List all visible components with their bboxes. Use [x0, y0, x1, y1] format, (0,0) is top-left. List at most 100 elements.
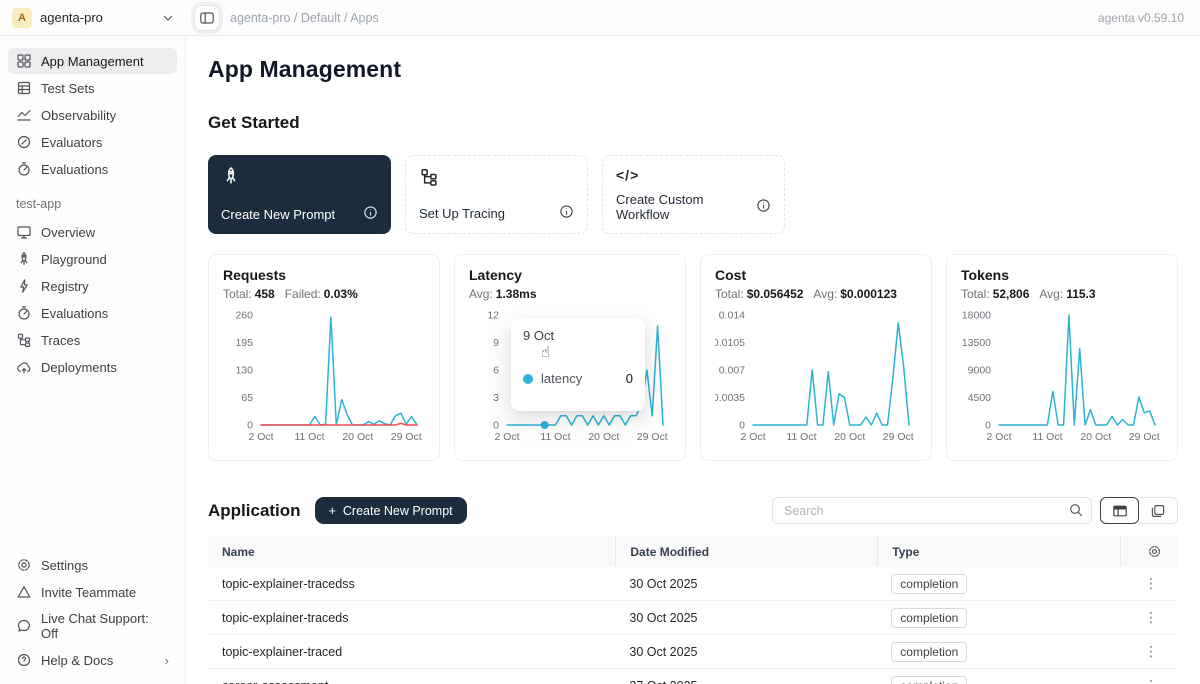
svg-text:65: 65 — [241, 392, 253, 404]
chart-title: Cost — [715, 267, 917, 283]
get-started-cards: Create New Prompt Set Up Tracing </> Cre… — [208, 155, 1178, 234]
svg-text:13500: 13500 — [962, 337, 991, 349]
search-icon — [1068, 502, 1084, 518]
table-row[interactable]: topic-explainer-traceds 30 Oct 2025 comp… — [208, 601, 1178, 635]
sidebar-item-label: Invite Teammate — [41, 585, 136, 600]
sidebar-item-test-sets[interactable]: Test Sets — [8, 75, 177, 101]
table-row[interactable]: topic-explainer-tracedss 30 Oct 2025 com… — [208, 567, 1178, 601]
tokens-chart-card: Tokens Total:52,806 Avg:115.3 0450090001… — [946, 254, 1178, 461]
chart-stats: Total:$0.056452 Avg:$0.000123 — [715, 287, 917, 301]
sidebar-item-evaluations[interactable]: Evaluations — [8, 156, 177, 182]
svg-text:20 Oct: 20 Oct — [1080, 431, 1111, 443]
set-up-tracing-card[interactable]: Set Up Tracing — [405, 155, 588, 234]
table-view-button[interactable] — [1100, 497, 1139, 524]
triangle-icon — [16, 584, 32, 600]
sidebar-item-app-evaluations[interactable]: Evaluations — [8, 300, 177, 326]
app-name: career-assessment — [208, 679, 615, 684]
table-row[interactable]: topic-explainer-traced 30 Oct 2025 compl… — [208, 635, 1178, 669]
chart-title: Tokens — [961, 267, 1163, 283]
cost-chart-card: Cost Total:$0.056452 Avg:$0.000123 0 0.00… — [700, 254, 932, 461]
sidebar-app-section-label: test-app — [16, 197, 169, 211]
sidebar-item-evaluators[interactable]: Evaluators — [8, 129, 177, 155]
svg-text:29 Oct: 29 Oct — [883, 431, 914, 443]
sidebar-item-deployments[interactable]: Deployments — [8, 354, 177, 380]
tree-icon — [419, 167, 574, 192]
tooltip-value: 0 — [626, 371, 633, 386]
create-new-prompt-button[interactable]: + Create New Prompt — [315, 497, 467, 524]
sidebar-item-label: Test Sets — [41, 81, 94, 96]
svg-text:0.0035: 0.0035 — [715, 392, 745, 404]
workspace-switcher[interactable]: A agenta-pro — [0, 8, 186, 28]
cost-chart[interactable]: 00.00350.0070.01050.0142 Oct11 Oct20 Oct… — [715, 307, 917, 450]
info-icon[interactable] — [559, 204, 574, 222]
create-new-prompt-card[interactable]: Create New Prompt — [208, 155, 391, 234]
sidebar-item-label: Traces — [41, 333, 80, 348]
chart-stats: Total:52,806 Avg:115.3 — [961, 287, 1163, 301]
sidebar-item-settings[interactable]: Settings — [8, 552, 177, 578]
tree-icon — [16, 332, 32, 348]
card-label: Set Up Tracing — [419, 206, 505, 221]
sidebar-item-overview[interactable]: Overview — [8, 219, 177, 245]
sidebar-item-registry[interactable]: Registry — [8, 273, 177, 299]
tooltip-date: 9 Oct — [523, 328, 633, 343]
cloud-icon — [16, 359, 32, 375]
row-menu-button[interactable]: ⋮ — [1140, 575, 1162, 592]
column-settings[interactable] — [1120, 536, 1178, 567]
rocket-icon — [16, 251, 32, 267]
sidebar-item-live-chat[interactable]: Live Chat Support: Off — [8, 606, 177, 646]
search-input[interactable] — [772, 497, 1092, 524]
svg-text:9000: 9000 — [968, 365, 992, 377]
line-chart-icon — [16, 107, 32, 123]
requests-chart[interactable]: 0651301952602 Oct11 Oct20 Oct29 Oct — [223, 307, 425, 450]
rocket-icon — [221, 166, 378, 191]
sidebar-item-label: Registry — [41, 279, 89, 294]
sidebar-item-help-docs[interactable]: Help & Docs › — [8, 647, 177, 673]
svg-text:12: 12 — [487, 310, 499, 322]
sidebar-item-traces[interactable]: Traces — [8, 327, 177, 353]
svg-text:11 Oct: 11 Oct — [1032, 431, 1062, 443]
plus-icon: + — [329, 504, 336, 518]
gear-icon — [16, 557, 32, 573]
table-row[interactable]: career-assessment 27 Oct 2025 completion… — [208, 669, 1178, 684]
create-custom-workflow-card[interactable]: </> Create Custom Workflow — [602, 155, 785, 234]
svg-text:0: 0 — [493, 420, 499, 432]
row-menu-button[interactable]: ⋮ — [1140, 643, 1162, 660]
sidebar-item-label: Observability — [41, 108, 116, 123]
sidebar-item-playground[interactable]: Playground — [8, 246, 177, 272]
speedometer-icon — [16, 305, 32, 321]
svg-text:20 Oct: 20 Oct — [834, 431, 865, 443]
app-name: topic-explainer-traced — [208, 645, 615, 659]
breadcrumb[interactable]: agenta-pro / Default / Apps — [230, 11, 379, 25]
sidebar-item-label: Playground — [41, 252, 107, 267]
sidebar-item-label: App Management — [41, 54, 144, 69]
top-bar: A agenta-pro agenta-pro / Default / Apps… — [0, 0, 1200, 36]
app-date: 27 Oct 2025 — [615, 679, 877, 684]
workspace-avatar: A — [12, 8, 32, 28]
svg-text:0.0105: 0.0105 — [715, 337, 745, 349]
svg-text:20 Oct: 20 Oct — [588, 431, 619, 443]
svg-text:0: 0 — [739, 420, 745, 432]
sidebar-collapse-button[interactable] — [194, 5, 220, 31]
column-header-name: Name — [208, 545, 615, 559]
sidebar-item-invite-teammate[interactable]: Invite Teammate — [8, 579, 177, 605]
app-name: topic-explainer-tracedss — [208, 577, 615, 591]
chevron-down-icon — [162, 12, 174, 24]
info-icon[interactable] — [756, 198, 771, 216]
get-started-heading: Get Started — [208, 113, 1178, 133]
grid-icon — [16, 53, 32, 69]
sidebar-item-observability[interactable]: Observability — [8, 102, 177, 128]
sidebar-item-label: Settings — [41, 558, 88, 573]
latency-chart-card: Latency Avg:1.38ms 0369122 Oct11 Oct20 O… — [454, 254, 686, 461]
row-menu-button[interactable]: ⋮ — [1140, 609, 1162, 626]
type-badge: completion — [891, 608, 967, 628]
main-content: App Management Get Started Create New Pr… — [186, 36, 1200, 684]
type-badge: completion — [891, 676, 967, 684]
card-view-button[interactable] — [1139, 497, 1178, 524]
svg-text:20 Oct: 20 Oct — [342, 431, 373, 443]
legend-dot — [523, 374, 533, 384]
tooltip-series: latency — [541, 371, 582, 386]
tokens-chart[interactable]: 04500900013500180002 Oct11 Oct20 Oct29 O… — [961, 307, 1163, 450]
sidebar-item-app-management[interactable]: App Management — [8, 48, 177, 74]
row-menu-button[interactable]: ⋮ — [1140, 677, 1162, 684]
info-icon[interactable] — [363, 205, 378, 223]
